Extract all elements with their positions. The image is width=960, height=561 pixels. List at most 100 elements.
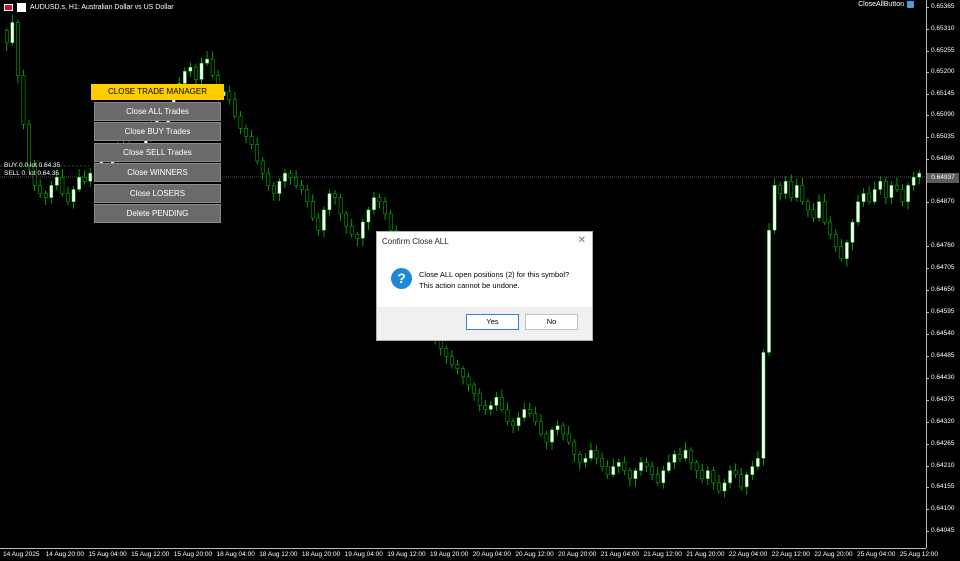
time-tick: 25 Aug 04:00 <box>857 551 896 558</box>
candle-body <box>299 185 304 190</box>
candle-body <box>572 441 577 455</box>
yes-button[interactable]: Yes <box>466 314 519 330</box>
candle-body <box>733 470 738 475</box>
candle-body <box>705 470 710 479</box>
candle-body <box>182 71 187 84</box>
candle-body <box>438 339 443 349</box>
price-tick: 0.64100 <box>926 505 955 512</box>
candle-body <box>611 466 616 475</box>
candle-body <box>616 462 621 467</box>
candle-body <box>661 470 666 484</box>
time-tick: 19 Aug 04:00 <box>344 551 383 558</box>
price-tick: 0.64760 <box>926 242 955 249</box>
candle-body <box>511 421 515 427</box>
time-axis[interactable]: 14 Aug 2025 14 Aug 20:00 15 Aug 04:00 15 Au… <box>0 548 938 561</box>
candle-body <box>728 470 732 484</box>
candle-body <box>49 185 54 198</box>
price-tick: 0.64155 <box>926 483 955 490</box>
candle-body <box>539 421 543 435</box>
time-tick: 14 Aug 2025 <box>3 551 40 558</box>
candle-body <box>828 221 833 235</box>
candle-body <box>500 396 504 410</box>
price-tick: 0.64595 <box>926 308 955 315</box>
candle-body <box>750 466 755 475</box>
close-losers-button[interactable]: Close LOSERS <box>94 184 221 203</box>
candle-body <box>88 172 93 182</box>
candle-body <box>889 185 894 198</box>
close-all-label: CloseAllButton <box>858 1 904 8</box>
candle-body <box>577 454 582 463</box>
candle-body <box>839 246 844 259</box>
candle-body <box>344 213 349 227</box>
candle-body <box>895 185 899 190</box>
candle-body <box>700 470 705 479</box>
candle-body <box>794 185 799 198</box>
sell-position-label: SELL 0. lot 0.64.35 <box>4 170 60 177</box>
question-icon: ? <box>391 268 412 289</box>
close-sell-trades-button[interactable]: Close SELL Trades <box>94 143 221 162</box>
time-tick: 20 Aug 12:00 <box>515 551 554 558</box>
price-tick: 0.65145 <box>926 90 955 97</box>
close-buy-trades-button[interactable]: Close BUY Trades <box>94 122 221 141</box>
close-icon[interactable]: ✕ <box>578 235 586 246</box>
candle-body <box>4 30 9 44</box>
time-tick: 15 Aug 04:00 <box>88 551 127 558</box>
time-tick: 18 Aug 20:00 <box>301 551 341 558</box>
time-tick: 19 Aug 20:00 <box>430 551 469 558</box>
candle-body <box>233 99 237 117</box>
dialog-message-line1: Close ALL open positions (2) for this sy… <box>419 270 570 279</box>
price-tick: 0.64375 <box>926 396 955 403</box>
trade-manager-title: CLOSE TRADE MANAGER <box>91 84 224 100</box>
time-tick: 15 Aug 20:00 <box>173 551 213 558</box>
time-tick: 22 Aug 12:00 <box>771 551 810 558</box>
time-tick: 21 Aug 04:00 <box>600 551 640 558</box>
candle-body <box>244 128 248 137</box>
candle-body <box>639 462 643 471</box>
price-tick: 0.65365 <box>926 3 955 10</box>
candle-body <box>349 225 354 235</box>
candle-body <box>277 181 282 194</box>
candle-body <box>583 458 588 463</box>
no-button[interactable]: No <box>525 314 578 330</box>
time-tick: 14 Aug 20:00 <box>45 551 85 558</box>
candle-body <box>906 185 910 202</box>
close-winners-button[interactable]: Close WINNERS <box>94 163 221 182</box>
candle-body <box>883 181 888 198</box>
delete-pending-button[interactable]: Delete PENDING <box>94 204 221 223</box>
candle-body <box>861 193 866 202</box>
time-tick: 21 Aug 20:00 <box>686 551 725 558</box>
dialog-message-line2: This action cannot be undone. <box>419 281 520 290</box>
candle-body <box>772 185 777 231</box>
candle-body <box>21 75 26 125</box>
candle-body <box>455 364 460 369</box>
candle-body <box>450 356 454 365</box>
candle-body <box>316 217 321 231</box>
candle-body <box>27 124 31 166</box>
expert-icon <box>907 1 914 8</box>
candle-body <box>327 193 332 211</box>
candle-body <box>739 474 744 488</box>
candle-body <box>283 172 287 182</box>
candle-body <box>845 242 849 259</box>
symbol-icon <box>17 2 26 12</box>
price-tick: 0.65090 <box>926 111 955 118</box>
candle-body <box>600 458 604 467</box>
close-all-trades-button[interactable]: Close ALL Trades <box>94 102 221 121</box>
candle-body <box>516 417 521 427</box>
candle-body <box>867 193 871 202</box>
candle-body <box>533 413 538 422</box>
symbol-title: AUDUSD.s, H1: Australian Dollar vs US Do… <box>30 3 174 11</box>
candle-body <box>461 368 465 378</box>
time-tick: 22 Aug 04:00 <box>728 551 768 558</box>
candle-body <box>361 221 365 239</box>
candle-body <box>561 425 565 435</box>
candle-body <box>800 185 805 202</box>
candle-body <box>466 376 471 386</box>
close-all-button[interactable]: CloseAllButton <box>858 1 914 8</box>
price-tick: 0.65200 <box>926 68 955 75</box>
candle-body <box>305 189 310 202</box>
candle-body <box>16 22 20 76</box>
price-axis[interactable]: 0.65365 0.65310 0.65255 0.65200 0.65145 0.650… <box>926 0 960 548</box>
time-tick: 18 Aug 04:00 <box>216 551 255 558</box>
candle-body <box>488 405 493 410</box>
